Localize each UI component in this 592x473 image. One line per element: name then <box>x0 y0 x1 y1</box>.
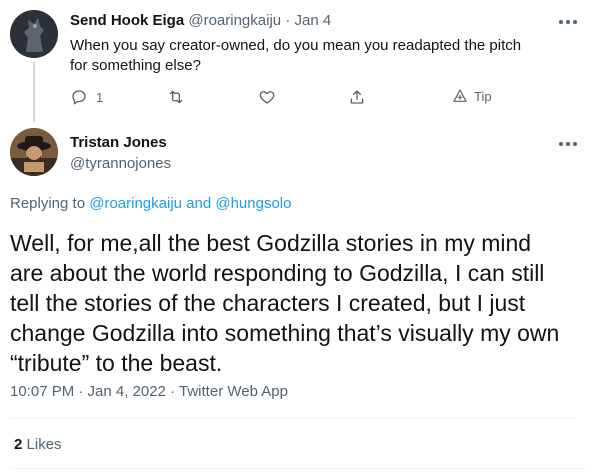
reply-icon <box>72 90 86 105</box>
heart-icon <box>259 91 275 104</box>
main-tweet-text: Well, for me,all the best Godzilla stori… <box>10 230 560 376</box>
reply-count: 1 <box>96 89 104 105</box>
reply-action-reply[interactable]: 1 <box>70 88 103 106</box>
tweet-meta: 10:07 PM · Jan 4, 2022 · Twitter Web App <box>10 382 288 402</box>
likes-divider <box>10 468 585 469</box>
more-icon <box>559 142 577 146</box>
share-icon <box>350 90 364 104</box>
meta-divider <box>10 418 575 419</box>
main-author-name[interactable]: Tristan Jones <box>70 134 167 152</box>
reply-action-like[interactable] <box>258 88 284 106</box>
reply-action-tip[interactable]: Tip <box>452 88 492 104</box>
tweet-timestamp[interactable]: 10:07 PM · Jan 4, 2022 <box>10 383 166 400</box>
replying-to-users[interactable]: @roaringkaiju and @hungsolo <box>89 195 291 212</box>
avatar-image <box>10 128 58 176</box>
reply-more-icon[interactable] <box>558 14 578 35</box>
reply-text: When you say creator-owned, do you mean … <box>70 37 522 74</box>
likes-label: Likes <box>26 436 62 453</box>
reply-author-handle[interactable]: @roaringkaiju <box>188 12 281 29</box>
likes-count: 2 <box>14 436 23 453</box>
retweet-icon <box>169 90 183 104</box>
tip-icon <box>453 89 467 102</box>
avatar-image <box>10 10 58 58</box>
reply-action-retweet[interactable] <box>166 88 194 106</box>
reply-author-name[interactable]: Send Hook Eiga <box>70 12 184 29</box>
replying-to: Replying to @roaringkaiju and @hungsolo <box>10 194 291 214</box>
reply-action-share[interactable] <box>348 88 366 106</box>
replying-prefix: Replying to <box>10 195 86 212</box>
tweet-source[interactable]: Twitter Web App <box>179 383 288 400</box>
tip-label: Tip <box>474 88 492 104</box>
meta-separator: · <box>170 383 176 400</box>
avatar-tristan-jones[interactable] <box>10 128 58 176</box>
main-more-icon[interactable] <box>558 136 578 157</box>
avatar-send-hook-eiga[interactable] <box>10 10 58 58</box>
more-icon <box>559 20 577 24</box>
likes-summary[interactable]: 2 Likes <box>14 435 62 455</box>
main-author-handle[interactable]: @tyrannojones <box>70 155 171 173</box>
reply-separator: · <box>285 12 291 29</box>
reply-header: Send Hook Eiga @roaringkaiju · Jan 4 <box>70 12 331 30</box>
thread-connector-line <box>33 62 35 122</box>
reply-date[interactable]: Jan 4 <box>294 12 331 29</box>
